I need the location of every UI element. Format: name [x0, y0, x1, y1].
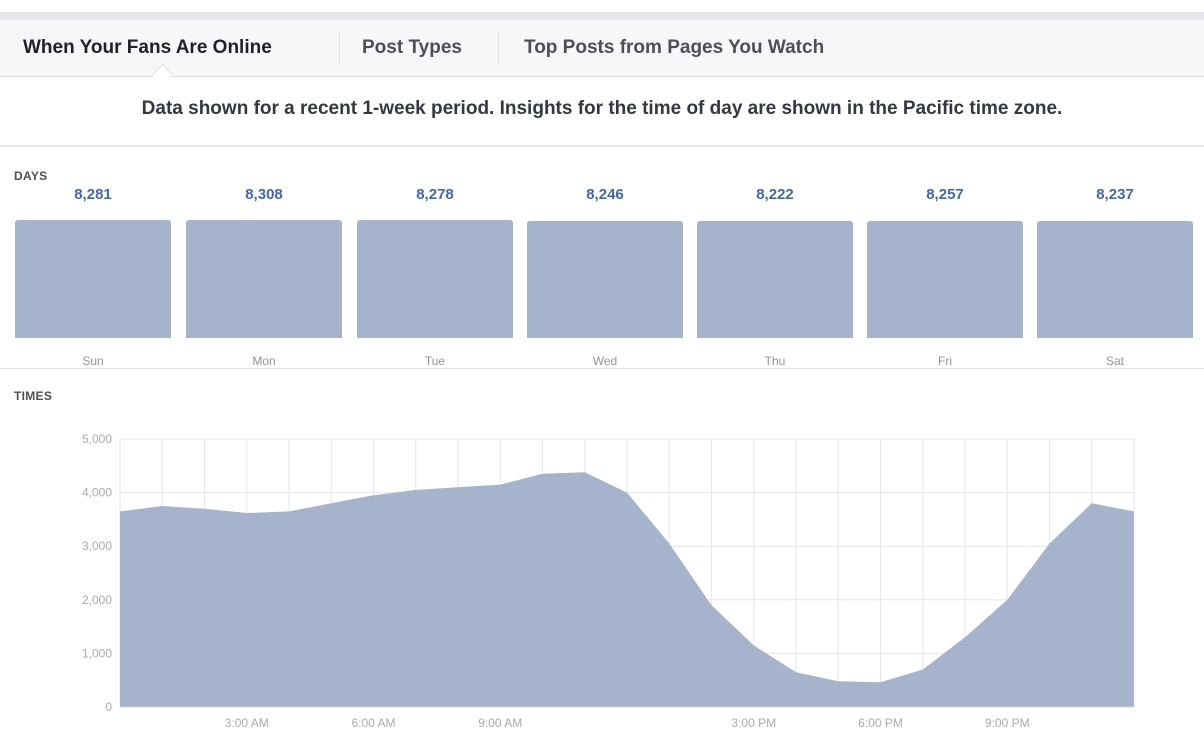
day-column: 8,237 Sat: [1037, 186, 1193, 374]
day-label: Sat: [1105, 354, 1124, 368]
day-value: 8,308: [245, 186, 283, 203]
tab-post-types[interactable]: Post Types: [362, 20, 462, 76]
tab-bar: When Your Fans Are Online Post Types Top…: [0, 20, 1204, 77]
y-tick-label: 0: [105, 700, 112, 714]
x-tick-label: 9:00 AM: [478, 716, 522, 729]
tab-top-posts[interactable]: Top Posts from Pages You Watch: [524, 20, 824, 76]
top-border: [0, 12, 1204, 20]
day-bar[interactable]: [867, 220, 1023, 338]
divider: [0, 368, 1204, 369]
days-section-label: DAYS: [14, 169, 48, 183]
day-column: 8,257 Fri: [867, 186, 1023, 374]
divider: [0, 145, 1204, 147]
x-tick-label: 9:00 PM: [985, 716, 1030, 729]
y-tick-label: 4,000: [82, 486, 112, 500]
day-value: 8,237: [1096, 186, 1134, 203]
day-value: 8,246: [586, 186, 624, 203]
y-tick-label: 5,000: [82, 432, 112, 446]
times-section-label: TIMES: [14, 389, 53, 403]
day-column: 8,281 Sun: [15, 186, 171, 374]
day-column: 8,308 Mon: [186, 186, 342, 374]
tab-when-fans-online[interactable]: When Your Fans Are Online: [23, 20, 272, 76]
x-tick-label: 3:00 PM: [731, 716, 776, 729]
day-bar[interactable]: [1037, 221, 1193, 338]
tab-divider: [339, 32, 340, 64]
day-value: 8,257: [926, 186, 964, 203]
day-bar[interactable]: [186, 220, 342, 338]
day-value: 8,281: [74, 186, 112, 203]
day-label: Sun: [82, 354, 104, 368]
day-label: Mon: [252, 354, 276, 368]
day-label: Fri: [938, 354, 952, 368]
day-label: Tue: [424, 354, 446, 368]
day-column: 8,222 Thu: [697, 186, 853, 374]
x-tick-label: 3:00 AM: [225, 716, 269, 729]
x-tick-label: 6:00 AM: [351, 716, 395, 729]
day-bar[interactable]: [697, 221, 853, 338]
y-tick-label: 1,000: [82, 646, 112, 660]
day-bar[interactable]: [357, 220, 513, 338]
x-tick-label: 6:00 PM: [858, 716, 903, 729]
day-bar[interactable]: [15, 220, 171, 338]
day-column: 8,278 Tue: [357, 186, 513, 374]
day-label: Thu: [764, 354, 786, 368]
timezone-notice: Data shown for a recent 1-week period. I…: [141, 98, 1063, 119]
day-column: 8,246 Wed: [527, 186, 683, 374]
times-area-series: [120, 472, 1134, 707]
day-bar[interactable]: [527, 220, 683, 338]
day-value: 8,222: [756, 186, 794, 203]
y-tick-label: 3,000: [82, 539, 112, 553]
day-value: 8,278: [416, 186, 454, 203]
times-area-chart: 0 1,000 2,000 3,000 4,000 5,000 3:00 AM 6:00 AM…: [82, 432, 1135, 729]
day-label: Wed: [592, 354, 618, 368]
y-tick-label: 2,000: [82, 593, 112, 607]
tab-divider: [498, 32, 499, 64]
